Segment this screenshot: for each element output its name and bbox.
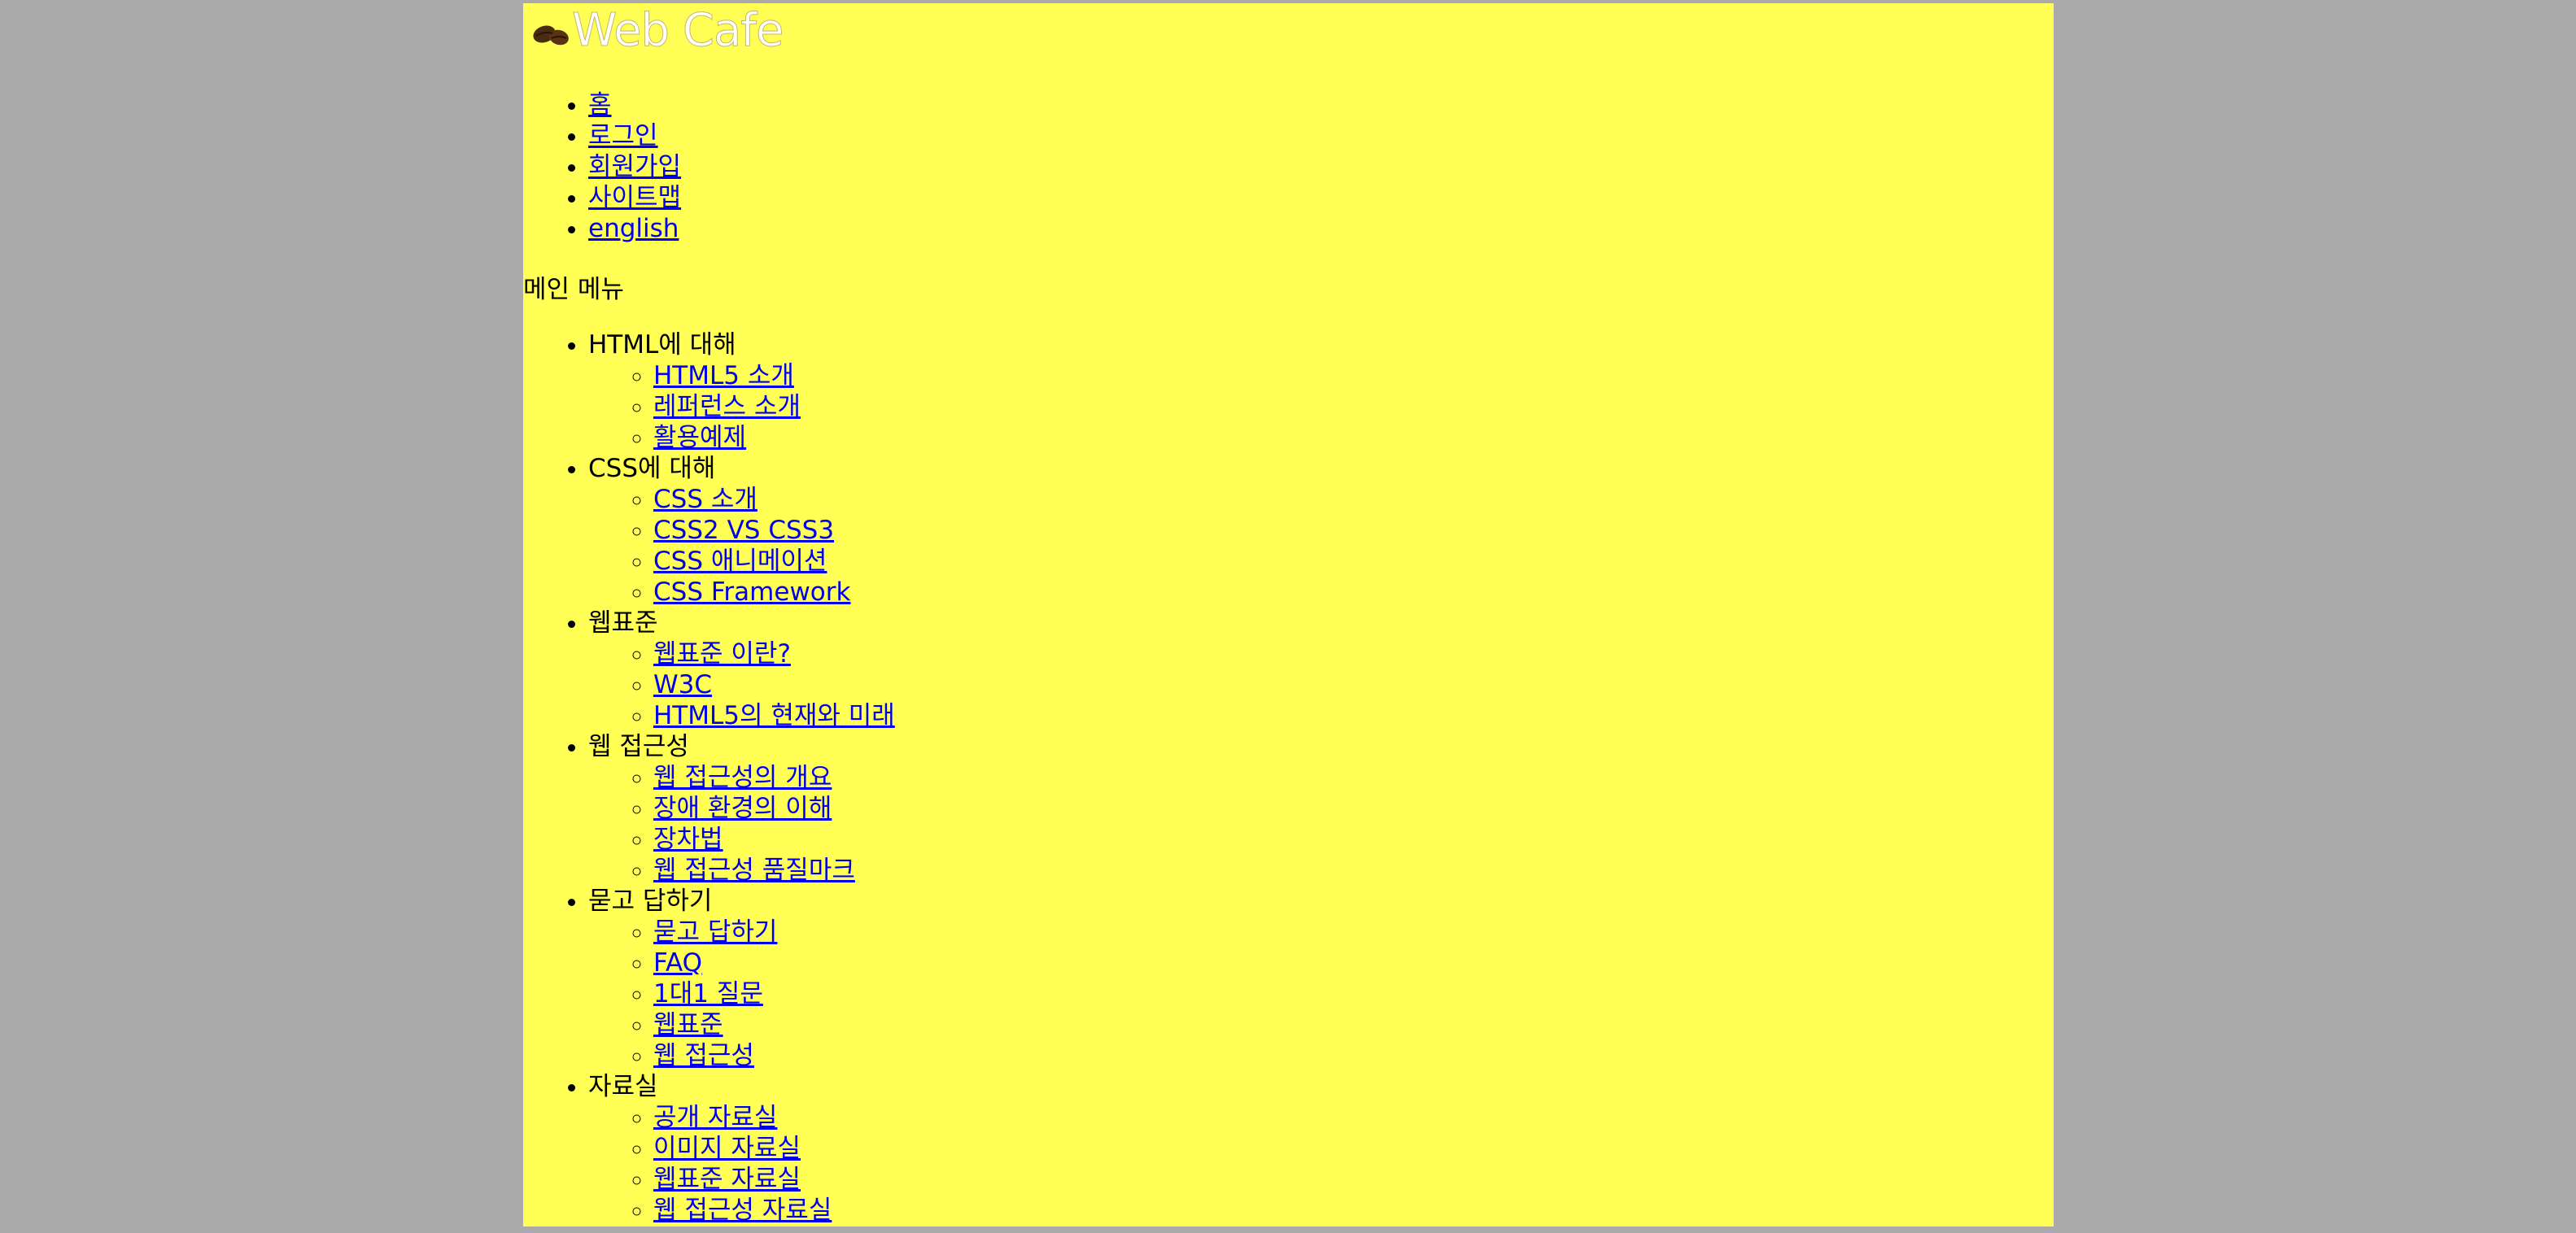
- submenu-link[interactable]: 웹 접근성 자료실: [653, 1196, 832, 1225]
- submenu: CSS 소개 CSS2 VS CSS3 CSS 애니메이션 CSS Framew…: [588, 484, 895, 608]
- menu-section-label: HTML에 대해: [588, 330, 736, 359]
- submenu-link[interactable]: 웹 접근성: [653, 1041, 754, 1070]
- submenu-link[interactable]: HTML5 소개: [653, 361, 794, 390]
- utility-menu: 홈 로그인 회원가입 사이트맵 english: [523, 89, 681, 244]
- util-item-sitemap: 사이트맵: [588, 182, 681, 213]
- menu-section-html: HTML에 대해 HTML5 소개 레퍼런스 소개 활용예제: [588, 329, 895, 453]
- submenu-link[interactable]: FAQ: [653, 948, 702, 978]
- page-container: Web Cafe 홈 로그인 회원가입 사이트맵 english 메인 메뉴 H…: [523, 3, 2054, 1226]
- submenu-item: CSS Framework: [653, 577, 895, 608]
- submenu-item: 공개 자료실: [653, 1102, 895, 1133]
- menu-section-qna: 묻고 답하기 묻고 답하기 FAQ 1대1 질문 웹표준 웹 접근성: [588, 886, 895, 1071]
- menu-section-label: 웹 접근성: [588, 732, 689, 761]
- submenu-item: 1대1 질문: [653, 978, 895, 1009]
- submenu-link[interactable]: 묻고 답하기: [653, 917, 777, 947]
- submenu-item: W3C: [653, 669, 895, 700]
- site-logo[interactable]: Web Cafe: [528, 4, 784, 57]
- submenu-item: 이미지 자료실: [653, 1133, 895, 1164]
- menu-section-accessibility: 웹 접근성 웹 접근성의 개요 장애 환경의 이해 장차법 웹 접근성 품질마크: [588, 731, 895, 886]
- submenu-link[interactable]: 공개 자료실: [653, 1103, 777, 1132]
- home-link[interactable]: 홈: [588, 90, 612, 120]
- submenu-item: 묻고 답하기: [653, 917, 895, 948]
- menu-section-label: CSS에 대해: [588, 454, 716, 483]
- submenu-item: 웹 접근성: [653, 1040, 895, 1071]
- submenu-item: 활용예제: [653, 422, 895, 453]
- menu-section-label: 묻고 답하기: [588, 887, 713, 916]
- submenu-link[interactable]: 활용예제: [653, 423, 746, 452]
- submenu-link[interactable]: 웹 접근성의 개요: [653, 763, 832, 792]
- util-item-signup: 회원가입: [588, 151, 681, 182]
- submenu-item: 웹표준 자료실: [653, 1164, 895, 1195]
- english-link[interactable]: english: [588, 214, 679, 243]
- menu-section-archive: 자료실 공개 자료실 이미지 자료실 웹표준 자료실 웹 접근성 자료실: [588, 1071, 895, 1226]
- submenu-link[interactable]: 이미지 자료실: [653, 1134, 801, 1163]
- signup-link[interactable]: 회원가입: [588, 152, 681, 181]
- menu-section-web-standards: 웹표준 웹표준 이란? W3C HTML5의 현재와 미래: [588, 608, 895, 731]
- submenu-link[interactable]: 웹 접근성 품질마크: [653, 856, 855, 885]
- submenu-link[interactable]: 웹표준 이란?: [653, 639, 791, 669]
- coffee-bean-icon: [533, 25, 569, 46]
- submenu-link[interactable]: 장차법: [653, 825, 723, 854]
- util-item-english: english: [588, 213, 681, 244]
- submenu-item: 웹 접근성 품질마크: [653, 855, 895, 886]
- submenu-item: HTML5 소개: [653, 360, 895, 391]
- submenu-link[interactable]: CSS 소개: [653, 485, 758, 514]
- submenu-item: 웹 접근성의 개요: [653, 762, 895, 793]
- submenu: HTML5 소개 레퍼런스 소개 활용예제: [588, 360, 895, 453]
- submenu-link[interactable]: 웹표준 자료실: [653, 1165, 801, 1194]
- submenu-link[interactable]: 1대1 질문: [653, 979, 763, 1009]
- menu-section-label: 웹표준: [588, 608, 658, 638]
- submenu-item: 장애 환경의 이해: [653, 793, 895, 824]
- menu-section-css: CSS에 대해 CSS 소개 CSS2 VS CSS3 CSS 애니메이션 CS…: [588, 453, 895, 608]
- submenu-link[interactable]: 웹표준: [653, 1010, 723, 1039]
- submenu: 웹 접근성의 개요 장애 환경의 이해 장차법 웹 접근성 품질마크: [588, 762, 895, 886]
- menu-section-label: 자료실: [588, 1072, 658, 1101]
- submenu: 공개 자료실 이미지 자료실 웹표준 자료실 웹 접근성 자료실: [588, 1102, 895, 1226]
- submenu-link[interactable]: HTML5의 현재와 미래: [653, 701, 895, 730]
- submenu-item: CSS 소개: [653, 484, 895, 515]
- submenu-item: CSS2 VS CSS3: [653, 515, 895, 546]
- util-item-login: 로그인: [588, 120, 681, 151]
- submenu-item: HTML5의 현재와 미래: [653, 700, 895, 731]
- submenu-item: CSS 애니메이션: [653, 546, 895, 577]
- logo-text: Web Cafe: [571, 4, 784, 57]
- submenu-item: FAQ: [653, 948, 895, 978]
- submenu-link[interactable]: CSS 애니메이션: [653, 547, 827, 576]
- util-item-home: 홈: [588, 89, 681, 120]
- submenu-item: 웹 접근성 자료실: [653, 1195, 895, 1226]
- sitemap-link[interactable]: 사이트맵: [588, 183, 681, 212]
- submenu-link[interactable]: 레퍼런스 소개: [653, 392, 801, 421]
- submenu-item: 레퍼런스 소개: [653, 391, 895, 422]
- submenu-item: 장차법: [653, 824, 895, 855]
- submenu-item: 웹표준: [653, 1009, 895, 1040]
- submenu-link[interactable]: 장애 환경의 이해: [653, 794, 832, 823]
- submenu-link[interactable]: CSS Framework: [653, 577, 850, 607]
- submenu: 웹표준 이란? W3C HTML5의 현재와 미래: [588, 638, 895, 731]
- submenu-link[interactable]: W3C: [653, 670, 712, 699]
- login-link[interactable]: 로그인: [588, 121, 658, 150]
- submenu: 묻고 답하기 FAQ 1대1 질문 웹표준 웹 접근성: [588, 917, 895, 1071]
- main-menu-title: 메인 메뉴: [523, 275, 624, 304]
- submenu-item: 웹표준 이란?: [653, 638, 895, 669]
- submenu-link[interactable]: CSS2 VS CSS3: [653, 516, 834, 545]
- main-menu: HTML에 대해 HTML5 소개 레퍼런스 소개 활용예제 CSS에 대해 C…: [523, 329, 895, 1226]
